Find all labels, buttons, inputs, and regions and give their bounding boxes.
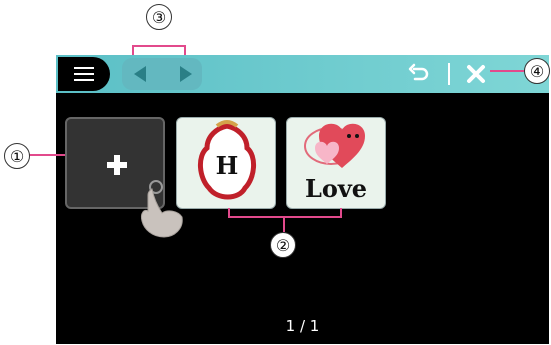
hamburger-menu-icon bbox=[74, 67, 94, 81]
callout-bracket-two-stem bbox=[283, 216, 285, 232]
plus-icon bbox=[107, 155, 127, 175]
callout-bracket-three bbox=[132, 45, 186, 47]
callout-line-four bbox=[490, 70, 526, 72]
top-toolbar bbox=[56, 55, 549, 93]
chevron-left-icon[interactable] bbox=[134, 66, 146, 82]
callout-bracket-two-right bbox=[340, 208, 342, 218]
callout-bracket-three-left bbox=[132, 45, 134, 55]
chevron-right-icon[interactable] bbox=[180, 66, 192, 82]
svg-text:H: H bbox=[216, 151, 239, 180]
page-nav-group bbox=[122, 58, 202, 90]
callout-line-one bbox=[28, 154, 65, 156]
hand-pointer-icon bbox=[141, 180, 183, 238]
callout-bracket-two bbox=[228, 216, 342, 218]
page-indicator: 1 / 1 bbox=[285, 317, 320, 335]
design-thumbnail-love[interactable]: Love bbox=[286, 117, 386, 209]
design-label-love: Love bbox=[304, 174, 368, 203]
menu-button[interactable] bbox=[58, 57, 110, 91]
undo-icon[interactable] bbox=[408, 63, 430, 85]
callout-three: ③ bbox=[146, 4, 172, 30]
toolbar-separator bbox=[448, 63, 450, 85]
machine-screen: H Love 1 / 1 bbox=[56, 55, 549, 344]
callout-bracket-three-right bbox=[184, 45, 186, 55]
callout-two: ② bbox=[270, 232, 296, 258]
close-icon[interactable] bbox=[465, 63, 487, 85]
callout-bracket-two-left bbox=[228, 208, 230, 218]
callout-one: ① bbox=[4, 143, 30, 169]
callout-four: ④ bbox=[524, 58, 550, 84]
